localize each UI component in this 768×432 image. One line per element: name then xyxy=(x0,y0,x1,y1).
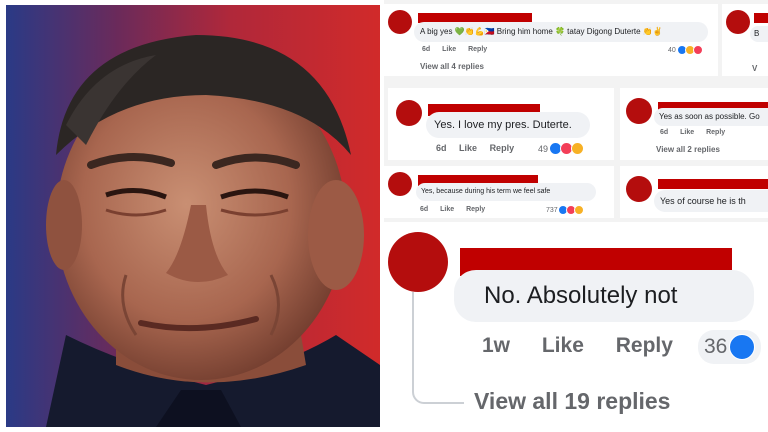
avatar[interactable] xyxy=(388,172,412,196)
comment-tile: A big yes 💚👏💪🇵🇭 Bring him home 🍀 tatay D… xyxy=(384,4,718,76)
like-button[interactable]: Like xyxy=(440,206,454,213)
reaction-number: 36 xyxy=(704,335,728,358)
reaction-count[interactable]: 36 xyxy=(698,330,762,364)
reaction-count[interactable]: 49 xyxy=(538,142,585,155)
view-replies-link[interactable]: View all 4 replies xyxy=(420,62,484,71)
comment-text: Yes of course he is th xyxy=(660,196,746,206)
like-button[interactable]: Like xyxy=(680,129,694,136)
comment-tile: Yes of course he is th xyxy=(620,166,768,218)
reaction-number: 737 xyxy=(546,206,558,214)
reply-button[interactable]: Reply xyxy=(616,334,673,357)
comments-collage: A big yes 💚👏💪🇵🇭 Bring him home 🍀 tatay D… xyxy=(384,0,768,432)
comment-bubble: No. Absolutely not xyxy=(454,270,754,322)
comment-text: Yes, because during his term we feel saf… xyxy=(421,188,551,195)
reply-button[interactable]: Reply xyxy=(466,206,485,213)
comment-tile: Yes, because during his term we feel saf… xyxy=(384,166,614,218)
redacted-name xyxy=(754,13,768,23)
comment-text: Yes. I love my pres. Duterte. xyxy=(434,119,572,131)
comment-text: Yes as soon as possible. Go xyxy=(659,112,760,121)
portrait-illustration xyxy=(46,35,380,427)
avatar[interactable] xyxy=(388,10,412,34)
avatar[interactable] xyxy=(626,176,652,202)
like-button[interactable]: Like xyxy=(459,143,477,153)
comment-text: A big yes 💚👏💪🇵🇭 Bring him home 🍀 tatay D… xyxy=(420,27,663,36)
reaction-count[interactable]: 737 xyxy=(546,205,584,215)
reply-button[interactable]: Reply xyxy=(490,143,515,153)
comment-tile: No. Absolutely not 1w Like Reply 36 View… xyxy=(384,222,768,432)
comment-time: 6d xyxy=(422,46,431,53)
heart-reaction-icon xyxy=(692,45,703,55)
comment-bubble: Yes. I love my pres. Duterte. xyxy=(426,112,590,138)
comment-actions: 6d Like Reply xyxy=(660,129,735,136)
comment-bubble: B xyxy=(750,26,768,42)
avatar[interactable] xyxy=(726,10,750,34)
avatar[interactable] xyxy=(396,100,422,126)
comment-bubble: Yes of course he is th xyxy=(654,190,768,212)
comment-actions: 6d Like Reply xyxy=(436,143,524,153)
comment-tile: Yes as soon as possible. Go 6d Like Repl… xyxy=(620,88,768,160)
comment-time: 1w xyxy=(482,334,511,357)
comment-actions: 6d Like Reply xyxy=(422,46,497,53)
reply-button[interactable]: Reply xyxy=(468,46,487,53)
view-replies-link[interactable]: View all 19 replies xyxy=(474,388,670,415)
portrait-photo xyxy=(6,5,380,427)
view-replies-link[interactable]: View all 2 replies xyxy=(656,145,720,154)
comment-time: 6d xyxy=(436,143,447,153)
comment-tile: Yes. I love my pres. Duterte. 6d Like Re… xyxy=(388,88,614,160)
reaction-number: 40 xyxy=(668,46,676,54)
comment-tile: B V xyxy=(722,4,768,76)
like-reaction-icon xyxy=(729,334,756,360)
comment-time: 6d xyxy=(660,129,669,136)
reply-button[interactable]: Reply xyxy=(706,129,725,136)
comment-time: 6d xyxy=(420,206,429,213)
haha-reaction-icon xyxy=(571,142,585,155)
comment-bubble: Yes, because during his term we feel saf… xyxy=(416,183,596,201)
like-button[interactable]: Like xyxy=(542,334,584,357)
comment-actions: 1w Like Reply xyxy=(482,334,683,358)
comment-text: No. Absolutely not xyxy=(484,282,678,309)
haha-reaction-icon xyxy=(573,205,584,215)
avatar[interactable] xyxy=(626,98,652,124)
reaction-number: 49 xyxy=(538,143,549,154)
avatar[interactable] xyxy=(388,232,448,292)
comment-text: B xyxy=(754,29,760,38)
comment-bubble: Yes as soon as possible. Go xyxy=(654,108,768,126)
comment-bubble: A big yes 💚👏💪🇵🇭 Bring him home 🍀 tatay D… xyxy=(414,22,708,42)
like-button[interactable]: Like xyxy=(442,46,456,53)
comment-actions: 6d Like Reply xyxy=(420,206,495,213)
redacted-name xyxy=(658,179,768,189)
view-replies-link[interactable]: V xyxy=(752,64,757,73)
reaction-count[interactable]: 40 xyxy=(668,45,703,55)
